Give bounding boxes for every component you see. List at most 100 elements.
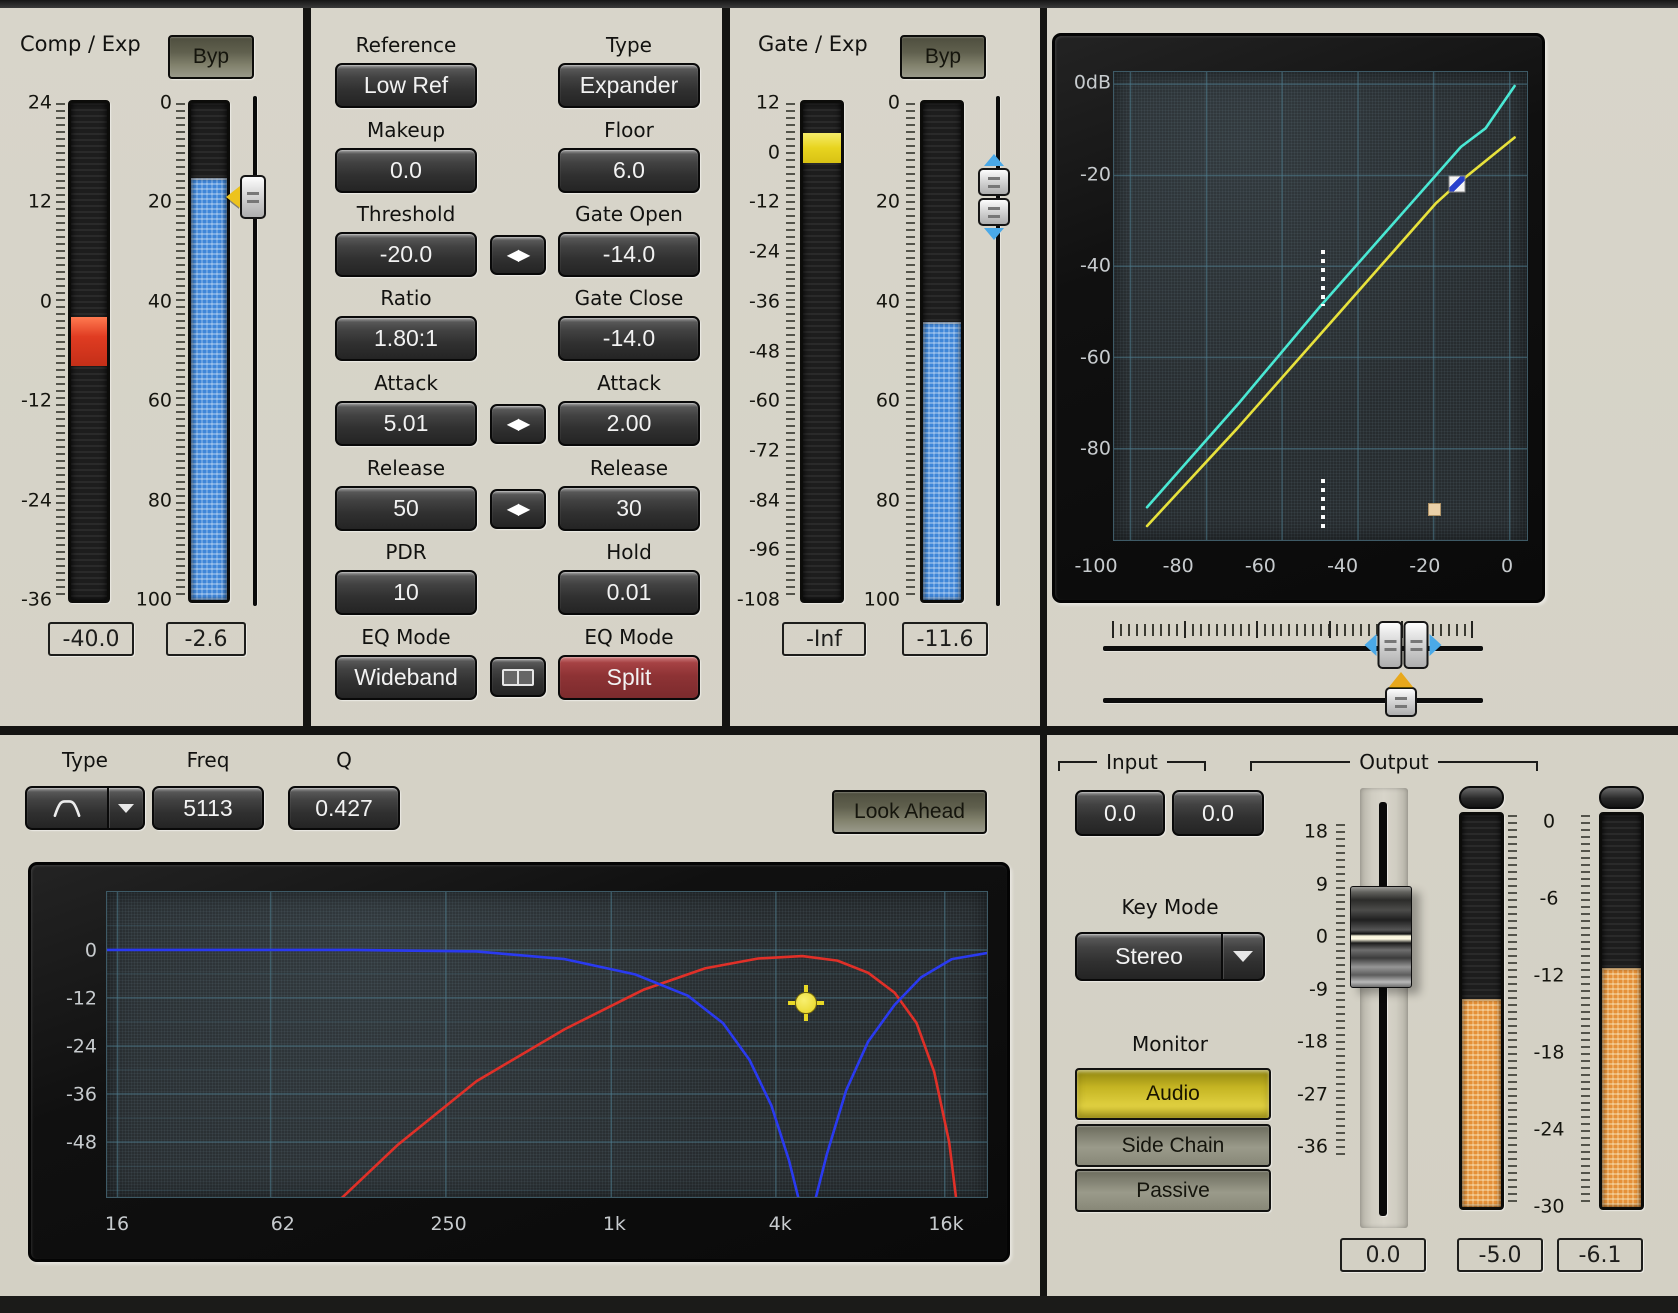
window-bottom-edge [0,1296,1678,1313]
gate-close-value[interactable]: -14.0 [558,316,700,361]
hold-value[interactable]: 0.01 [558,570,700,615]
comp-transfer-curve [1147,138,1515,526]
makeup-value[interactable]: 0.0 [335,148,477,193]
output-label: Output [1350,752,1437,773]
freq-value[interactable]: 5113 [152,786,264,830]
gate-level-readout: -Inf [782,622,866,656]
monitor-side-chain-button[interactable]: Side Chain [1075,1124,1271,1167]
param-label: Release [335,456,477,480]
fader-ticks [1336,824,1345,1156]
floor-handle-icon[interactable] [1428,503,1441,516]
scale-label: -60 [749,392,780,411]
curve-handle-icon[interactable] [1448,176,1465,193]
scale-label: -80 [1080,440,1111,459]
output-meter-scale: 0-6-12-18-24-30 [1520,822,1578,1207]
transfer-graph-panel: 0dB-20-40-60-80 -100-80-60-40-200 [1052,33,1545,603]
slider-grip-icon [1378,621,1403,669]
comp-release-value[interactable]: 50 [335,486,477,531]
monitor-passive-button[interactable]: Passive [1075,1169,1271,1212]
link-icon: ◀▶ [507,414,530,434]
param-label: Makeup [335,118,477,142]
input-gain-left[interactable]: 0.0 [1075,790,1165,836]
scale-label: 18 [1304,823,1328,842]
output-fader-slot[interactable] [1379,802,1387,1216]
gate-bypass-button[interactable]: Byp [900,35,986,79]
range-left-icon [1365,634,1377,656]
gate-threshold-slider [978,96,1018,526]
threshold-value[interactable]: -20.0 [335,232,477,277]
slider-grip-icon [1404,621,1429,669]
eq-mode-split-button[interactable]: Split [558,655,700,700]
gate-threshold-slider-handle[interactable] [978,154,1010,240]
scale-label: -20 [1080,165,1111,184]
gate-open-value[interactable]: -14.0 [558,232,700,277]
graph-floor-slider-track[interactable] [1103,698,1483,703]
param-label: Gate Close [558,286,700,310]
scale-label: -60 [1080,348,1111,367]
scale-label: -20 [1409,557,1440,576]
param-label: Attack [558,371,700,395]
scale-label: 16 [105,1215,129,1234]
comp-threshold-slider-handle[interactable] [226,175,266,219]
reference-value[interactable]: Low Ref [335,63,477,108]
gate-transfer-curve [1147,86,1515,507]
scale-label: -60 [1245,557,1276,576]
gate-attack-value[interactable]: 2.00 [558,401,700,446]
scale-label: 0 [1501,557,1513,576]
key-mode-value: Stereo [1077,943,1221,970]
divider [0,726,1678,735]
scale-label: -108 [737,591,780,610]
scale-label: -36 [1297,1138,1328,1157]
slider-grip-icon [240,175,266,219]
scale-label: -18 [1297,1033,1328,1052]
eq-graph-panel: 0-12-24-36-48 16622501k4k16k [28,862,1010,1262]
gate-release-value[interactable]: 30 [558,486,700,531]
bandpass-curve [333,956,957,1197]
look-ahead-button[interactable]: Look Ahead [832,790,987,834]
param-label: Reference [335,33,477,57]
graph-floor-slider-handle[interactable] [1385,672,1417,717]
comp-gr-readout: -40.0 [48,622,134,656]
link-icon: ◀▶ [507,245,530,265]
gate-energy-ticks [906,103,915,600]
comp-attack-value[interactable]: 5.01 [335,401,477,446]
scale-label: -48 [66,1134,97,1153]
eq-mode-band-button[interactable] [490,657,546,697]
gate-level-ticks [786,103,795,600]
attack-link-button[interactable]: ◀▶ [490,404,546,444]
input-group-label: Input [1058,752,1206,773]
gate-level-scale: 120-12-24-36-48-60-72-84-96-108 [726,103,780,600]
transfer-curves [1114,72,1527,540]
scale-label: -40 [1327,557,1358,576]
scale-label: -100 [1074,557,1117,576]
key-mode-dropdown[interactable]: Stereo [1075,932,1265,981]
graph-range-slider-handle[interactable] [1365,621,1442,669]
output-fader-knob[interactable] [1350,886,1412,988]
scale-label: 9 [1316,875,1328,894]
param-label: Hold [558,540,700,564]
window-top-edge [0,0,1678,8]
scale-label: 80 [148,491,172,510]
ratio-value[interactable]: 1.80:1 [335,316,477,361]
slider-grip-icon [978,168,1010,196]
floor-value[interactable]: 6.0 [558,148,700,193]
output-right-readout: -6.1 [1557,1238,1643,1272]
eq-handle-icon[interactable] [788,985,824,1021]
slider-pointer-up-icon [1389,672,1413,687]
eq-y-scale: 0-12-24-36-48 [45,951,97,1143]
type-value[interactable]: Expander [558,63,700,108]
filter-type-dropdown[interactable] [25,786,145,830]
pdr-value[interactable]: 10 [335,570,477,615]
divider [1040,8,1047,1296]
threshold-link-button[interactable]: ◀▶ [490,235,546,275]
monitor-audio-button[interactable]: Audio [1075,1068,1271,1120]
eq-mode-wideband-button[interactable]: Wideband [335,655,477,700]
scale-label: -12 [749,193,780,212]
scale-label: -36 [21,591,52,610]
comp-bypass-button[interactable]: Byp [168,35,254,79]
q-value[interactable]: 0.427 [288,786,400,830]
input-gain-right[interactable]: 0.0 [1172,790,1264,836]
release-link-button[interactable]: ◀▶ [490,489,546,529]
param-label: EQ Mode [558,625,700,649]
output-meter-left-fill [1462,999,1501,1207]
